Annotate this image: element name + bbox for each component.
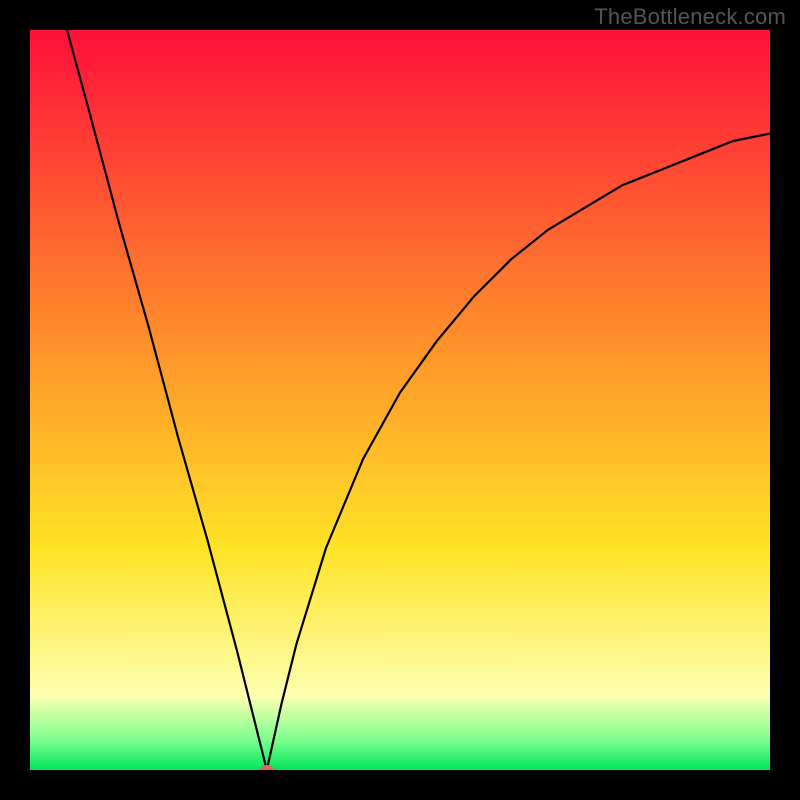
watermark-text: TheBottleneck.com — [594, 4, 786, 30]
minimum-marker — [260, 765, 274, 770]
chart-frame: TheBottleneck.com — [0, 0, 800, 800]
bottleneck-curve — [67, 30, 770, 770]
curve-layer — [30, 30, 770, 770]
plot-area — [30, 30, 770, 770]
